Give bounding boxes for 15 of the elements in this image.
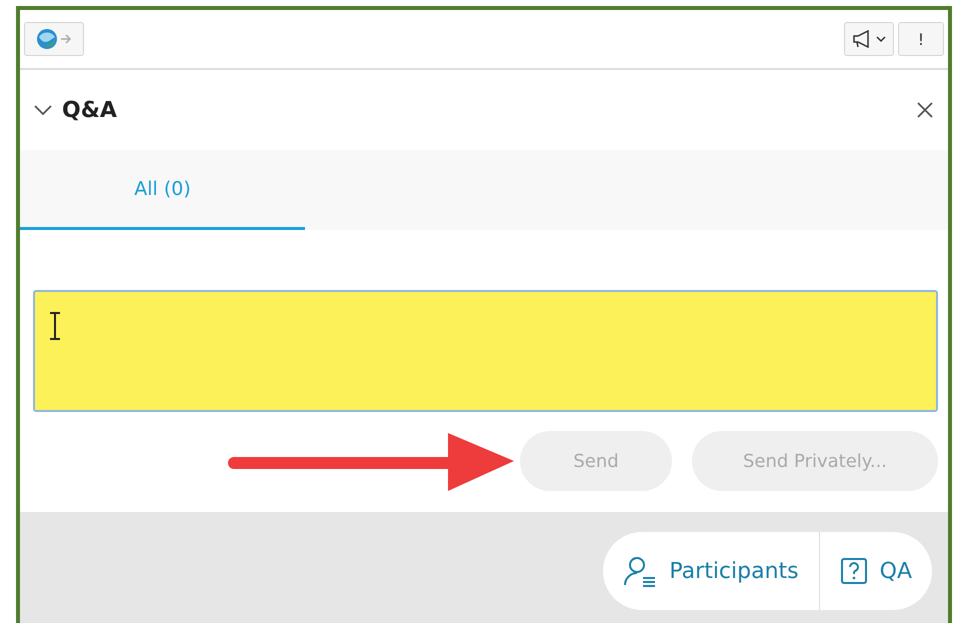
question-icon — [840, 557, 868, 585]
participants-button[interactable]: Participants — [603, 532, 819, 610]
alert-button[interactable]: ! — [898, 22, 944, 56]
text-cursor-icon — [49, 312, 61, 340]
globe-icon — [36, 28, 58, 50]
question-field[interactable] — [33, 290, 938, 412]
person-list-icon — [623, 555, 658, 587]
close-icon[interactable] — [916, 101, 934, 119]
panel-title: Q&A — [62, 98, 117, 122]
chevron-down-icon — [876, 35, 886, 43]
arrow-right-icon — [60, 33, 72, 45]
app-switch-button[interactable] — [24, 22, 84, 56]
megaphone-button[interactable] — [844, 22, 894, 56]
chevron-down-icon[interactable] — [34, 104, 52, 116]
qa-button[interactable]: QA — [818, 532, 932, 610]
